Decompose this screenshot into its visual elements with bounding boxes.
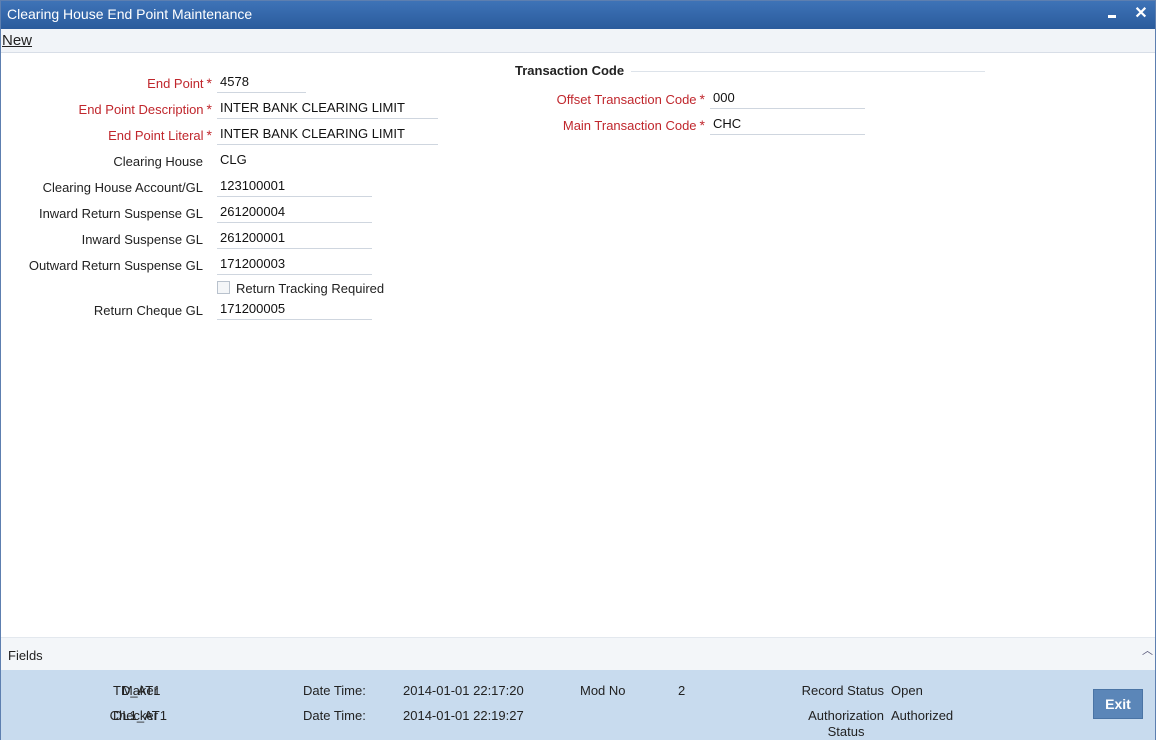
- clearing-house-account-label: Clearing House Account/GL: [42, 180, 203, 195]
- minimize-icon[interactable]: [1103, 5, 1121, 23]
- end-point-literal-label: End Point Literal *: [108, 127, 212, 143]
- record-status-value: Open: [891, 683, 923, 698]
- checker-datetime-value: 2014-01-01 22:19:27: [403, 708, 524, 723]
- maker-datetime-value: 2014-01-01 22:17:20: [403, 683, 524, 698]
- window-title: Clearing House End Point Maintenance: [7, 6, 253, 22]
- inward-suspense-gl-field[interactable]: 261200001: [217, 229, 372, 249]
- end-point-field[interactable]: 4578: [217, 73, 306, 93]
- audit-panel: Maker TD_AT1 Checker DL1_AT1 Date Time: …: [1, 670, 1155, 740]
- checker-datetime-label: Date Time:: [303, 708, 366, 723]
- main-window: Clearing House End Point Maintenance ✕ N…: [0, 0, 1156, 740]
- fields-bar: Fields ︿: [1, 637, 1155, 670]
- end-point-label: End Point *: [147, 75, 212, 91]
- return-tracking-label: Return Tracking Required: [236, 281, 385, 296]
- end-point-description-label: End Point Description *: [78, 101, 212, 117]
- inward-return-suspense-gl-label: Inward Return Suspense GL: [38, 206, 203, 221]
- main-transaction-code-field[interactable]: CHC: [710, 115, 865, 135]
- mod-no-value: 2: [678, 683, 686, 698]
- return-tracking-checkbox[interactable]: [217, 281, 230, 294]
- authorization-status-value: Authorized: [891, 708, 954, 723]
- section-divider: [631, 71, 985, 72]
- fields-label[interactable]: Fields: [8, 648, 43, 663]
- offset-transaction-code-field[interactable]: 000: [710, 89, 865, 109]
- inward-return-suspense-gl-field[interactable]: 261200004: [217, 203, 372, 223]
- close-icon[interactable]: ✕: [1132, 5, 1150, 23]
- return-cheque-gl-label: Return Cheque GL: [93, 303, 203, 318]
- main-transaction-code-label: Main Transaction Code *: [562, 117, 705, 133]
- outward-return-suspense-gl-field[interactable]: 171200003: [217, 255, 372, 275]
- clearing-house-label: Clearing House: [113, 154, 203, 169]
- clearing-house-field[interactable]: CLG: [217, 151, 277, 171]
- new-link[interactable]: New: [2, 32, 32, 49]
- maker-datetime-label: Date Time:: [303, 683, 366, 698]
- chevron-up-icon[interactable]: ︿: [1142, 642, 1153, 658]
- transaction-code-section-title: Transaction Code: [515, 63, 625, 78]
- mod-no-label: Mod No: [580, 683, 626, 698]
- authorization-status-label: Authorization Status: [808, 708, 884, 739]
- return-cheque-gl-field[interactable]: 171200005: [217, 300, 372, 320]
- end-point-literal-field[interactable]: INTER BANK CLEARING LIMIT: [217, 125, 438, 145]
- exit-button[interactable]: Exit: [1093, 689, 1143, 719]
- toolbar: New: [1, 29, 1155, 53]
- maker-value: TD_AT1: [113, 683, 161, 698]
- clearing-house-account-field[interactable]: 123100001: [217, 177, 372, 197]
- inward-suspense-gl-label: Inward Suspense GL: [81, 232, 203, 247]
- title-bar: Clearing House End Point Maintenance ✕: [1, 1, 1155, 29]
- outward-return-suspense-gl-label: Outward Return Suspense GL: [28, 258, 203, 273]
- offset-transaction-code-label: Offset Transaction Code *: [556, 91, 705, 107]
- checker-value: DL1_AT1: [113, 708, 167, 723]
- end-point-description-field[interactable]: INTER BANK CLEARING LIMIT: [217, 99, 438, 119]
- record-status-label: Record Status: [801, 683, 884, 698]
